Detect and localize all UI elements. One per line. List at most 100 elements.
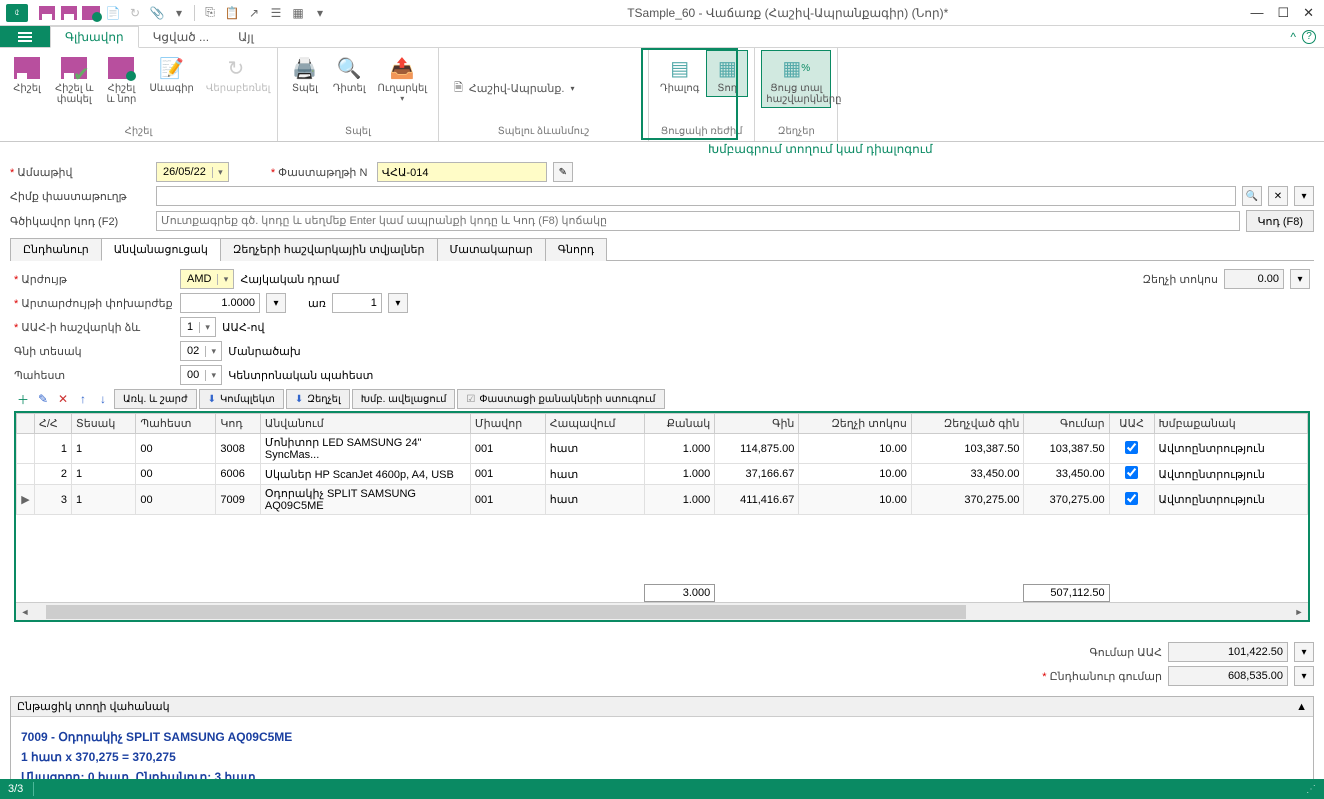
save-icon[interactable]	[38, 4, 56, 22]
search-button[interactable]: 🔍	[1242, 186, 1262, 206]
show-calcs-button[interactable]: ▦%Ցույց տալ հաշվարկները	[761, 50, 831, 108]
docnum-input[interactable]	[377, 162, 547, 182]
row-mode-button[interactable]: ▦Տող	[706, 50, 748, 97]
vat-form-select[interactable]: 1▾	[180, 317, 216, 337]
grid-hscroll[interactable]: ◄ ►	[16, 602, 1308, 620]
table-row[interactable]: 11003008Մոնիտոր LED SAMSUNG 24" SyncMas.…	[17, 434, 1308, 464]
col-name[interactable]: Անվանում	[260, 414, 470, 434]
move-up-icon[interactable]: ↑	[74, 390, 92, 408]
dialog-mode-button[interactable]: ▤Դիալոգ	[655, 50, 704, 97]
draft-icon[interactable]: 📄	[104, 4, 122, 22]
discount-button[interactable]: ⬇Զեղչել	[286, 389, 350, 409]
scroll-left-icon[interactable]: ◄	[16, 603, 34, 621]
delete-row-icon[interactable]: ✕	[54, 390, 72, 408]
discount-pct-input[interactable]	[1224, 269, 1284, 289]
table-row[interactable]: 21006006Սկաներ HP ScanJet 4600p, A4, USB…	[17, 464, 1308, 485]
scan-input[interactable]	[156, 211, 1240, 231]
dropdown-icon[interactable]: ▾	[311, 4, 329, 22]
file-tab[interactable]	[0, 26, 50, 47]
discount-pct-dropdown[interactable]: ▾	[1290, 269, 1310, 289]
vat-amount-dropdown[interactable]: ▾	[1294, 642, 1314, 662]
tab-more[interactable]: Այլ	[224, 26, 269, 47]
export-icon[interactable]: ↗	[245, 4, 263, 22]
batch-assign-button[interactable]: Խմբ. ավելացում	[352, 389, 456, 409]
subtab-supplier[interactable]: Մատակարար	[437, 238, 546, 261]
col-wh[interactable]: Պահեստ	[136, 414, 216, 434]
col-qty[interactable]: Քանակ	[645, 414, 715, 434]
table-row[interactable]: ▶31007009Օդորակիչ SPLIT SAMSUNG AQ09C5ME…	[17, 485, 1308, 515]
subtab-buyer[interactable]: Գնորդ	[545, 238, 608, 261]
draft-button[interactable]: 📝Սևագիր	[144, 50, 198, 97]
rate-input[interactable]	[180, 293, 260, 313]
col-batch[interactable]: Խմբաքանակ	[1154, 414, 1307, 434]
qat-dropdown-icon[interactable]: ▾	[170, 4, 188, 22]
col-dprice[interactable]: Զեղչված գին	[911, 414, 1024, 434]
save-close-icon[interactable]	[60, 4, 78, 22]
rate-dropdown[interactable]: ▾	[266, 293, 286, 313]
col-unit[interactable]: Միավոր	[470, 414, 545, 434]
save-close-button[interactable]: ✔Հիշել և փակել	[50, 50, 98, 108]
stock-button[interactable]: Առկ. և շարժ	[114, 389, 197, 409]
date-input[interactable]: 26/05/22 ▾	[156, 162, 229, 182]
date-label: Ամսաթիվ	[10, 166, 150, 179]
ribbon-collapse[interactable]: ^ ?	[1282, 26, 1324, 47]
close-button[interactable]: ✕	[1303, 5, 1314, 21]
docnum-lookup-button[interactable]: ✎	[553, 162, 573, 182]
ribbon-group-template: 🗎 Հաշիվ-Ապրանք. ▾ Տպելու ձևանմուշ	[439, 48, 649, 141]
collapse-icon[interactable]: ▲	[1296, 701, 1307, 713]
resize-grip-icon[interactable]: ⋰	[1306, 784, 1316, 795]
subtab-general[interactable]: Ընդհանուր	[10, 238, 102, 261]
save-new-icon[interactable]	[82, 4, 100, 22]
move-down-icon[interactable]: ↓	[94, 390, 112, 408]
app-icon: ৫	[6, 4, 28, 22]
grand-total-dropdown[interactable]: ▾	[1294, 666, 1314, 686]
col-abbr[interactable]: Հապավում	[545, 414, 644, 434]
code-f8-button[interactable]: Կոդ (F8)	[1246, 210, 1314, 232]
qty-check-button[interactable]: ☑Փաստացի քանակների ստուգում	[457, 389, 664, 409]
action-icon[interactable]: ☰	[267, 4, 285, 22]
copy-icon[interactable]: ⎘	[201, 4, 219, 22]
print-template-dropdown[interactable]: 🗎 Հաշիվ-Ապրանք. ▾	[445, 68, 583, 108]
vat-checkbox[interactable]	[1125, 466, 1138, 479]
subtab-discounts[interactable]: Զեղչերի հաշվարկային տվյալներ	[220, 238, 438, 261]
send-button[interactable]: 📤Ուղարկել▾	[373, 50, 432, 106]
tab-attached[interactable]: Կցված ...	[139, 26, 224, 47]
save-new-button[interactable]: Հիշել և նոր	[100, 50, 142, 108]
calendar-icon[interactable]: ▾	[212, 167, 228, 178]
maximize-button[interactable]: ☐	[1277, 5, 1289, 21]
save-button[interactable]: Հիշել	[6, 50, 48, 97]
price-type-select[interactable]: 02▾	[180, 341, 222, 361]
col-code[interactable]: Կոդ	[216, 414, 261, 434]
complete-button[interactable]: ⬇Կոմպլեկտ	[199, 389, 284, 409]
subtab-lines[interactable]: Անվանացուցակ	[101, 238, 221, 261]
col-type[interactable]: Տեսակ	[71, 414, 135, 434]
lines-grid[interactable]: Հ/Հ Տեսակ Պահեստ Կոդ Անվանում Միավոր Հապ…	[14, 411, 1310, 622]
add-row-icon[interactable]: ＋	[14, 390, 32, 408]
paste-icon[interactable]: 📋	[223, 4, 241, 22]
scroll-right-icon[interactable]: ►	[1290, 603, 1308, 621]
vat-checkbox[interactable]	[1125, 492, 1138, 505]
vat-checkbox[interactable]	[1125, 441, 1138, 454]
per-dropdown[interactable]: ▾	[388, 293, 408, 313]
reopen-icon[interactable]: ↻	[126, 4, 144, 22]
col-vat[interactable]: ԱԱՀ	[1109, 414, 1154, 434]
grid-icon[interactable]: ▦	[289, 4, 307, 22]
col-amount[interactable]: Գումար	[1024, 414, 1109, 434]
per-input[interactable]	[332, 293, 382, 313]
currency-select[interactable]: AMD▾	[180, 269, 234, 289]
view-button[interactable]: 🔍Դիտել	[328, 50, 371, 97]
edit-row-icon[interactable]: ✎	[34, 390, 52, 408]
scroll-thumb[interactable]	[46, 605, 966, 619]
col-dpct[interactable]: Զեղչի տոկոս	[799, 414, 911, 434]
help-icon[interactable]: ?	[1302, 30, 1316, 44]
clear-button[interactable]: ✕	[1268, 186, 1288, 206]
base-dropdown[interactable]: ▾	[1294, 186, 1314, 206]
warehouse-select[interactable]: 00▾	[180, 365, 222, 385]
print-button[interactable]: 🖨️Տպել	[284, 50, 326, 97]
base-input[interactable]	[156, 186, 1236, 206]
tab-main[interactable]: Գլխավոր	[50, 26, 139, 48]
minimize-button[interactable]: —	[1250, 5, 1263, 21]
col-price[interactable]: Գին	[715, 414, 799, 434]
col-n[interactable]: Հ/Հ	[35, 414, 72, 434]
attach-icon[interactable]: 📎	[148, 4, 166, 22]
